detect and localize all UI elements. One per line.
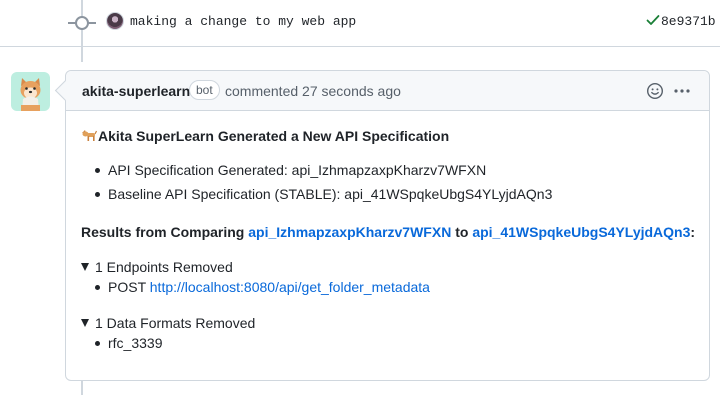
check-icon[interactable] (645, 12, 661, 28)
kebab-menu-icon[interactable] (673, 82, 691, 100)
list-item: API Specification Generated: api_Izhmapz… (95, 160, 552, 184)
comment-title: Akita SuperLearn Generated a New API Spe… (81, 126, 449, 146)
comment-timestamp[interactable]: commented 27 seconds ago (225, 83, 401, 99)
divider (0, 46, 720, 47)
results-suffix: : (690, 224, 696, 240)
results-heading: Results from Comparing api_IzhmapzaxpKha… (81, 222, 695, 242)
commit-sha[interactable]: 8e9371b (661, 14, 716, 29)
bot-badge: bot (189, 80, 220, 100)
commit-row: making a change to my web app 8e9371b (0, 0, 720, 44)
list-item: rfc_3339 (95, 333, 162, 357)
formats-list: rfc_3339 (95, 333, 162, 357)
committer-avatar[interactable] (106, 12, 124, 30)
list-item: Baseline API Specification (STABLE): api… (95, 184, 552, 208)
endpoints-summary: 1 Endpoints Removed (95, 259, 233, 275)
spec-link-baseline[interactable]: api_41WSpqkeUbgS4YLyjdAQn3 (472, 224, 690, 240)
results-prefix: Results from Comparing (81, 224, 249, 240)
bot-avatar[interactable] (11, 72, 50, 111)
comment-box: akita-superlearn bot commented 27 second… (65, 70, 710, 381)
commit-message[interactable]: making a change to my web app (130, 14, 356, 29)
comment-author[interactable]: akita-superlearn (82, 83, 190, 99)
formats-summary: 1 Data Formats Removed (95, 315, 256, 331)
commit-node-icon (75, 16, 89, 30)
endpoints-list: POST http://localhost:8080/api/get_folde… (95, 277, 430, 301)
triangle-down-icon (81, 319, 89, 327)
smiley-icon[interactable] (646, 82, 664, 100)
spec-list: API Specification Generated: api_Izhmapz… (95, 160, 552, 208)
dog-icon (82, 130, 97, 141)
endpoints-removed-toggle[interactable]: 1 Endpoints Removed (81, 257, 233, 277)
endpoint-method: POST (108, 279, 150, 295)
title-text: Akita SuperLearn Generated a New API Spe… (98, 128, 450, 144)
results-middle: to (451, 224, 473, 240)
comment-header: akita-superlearn bot commented 27 second… (66, 71, 709, 111)
spec-link-generated[interactable]: api_IzhmapzaxpKharzv7WFXN (248, 224, 451, 240)
list-item: POST http://localhost:8080/api/get_folde… (95, 277, 430, 301)
data-formats-removed-toggle[interactable]: 1 Data Formats Removed (81, 313, 255, 333)
endpoint-link[interactable]: http://localhost:8080/api/get_folder_met… (150, 279, 430, 295)
dog-avatar-icon (20, 78, 41, 111)
triangle-down-icon (81, 263, 89, 271)
